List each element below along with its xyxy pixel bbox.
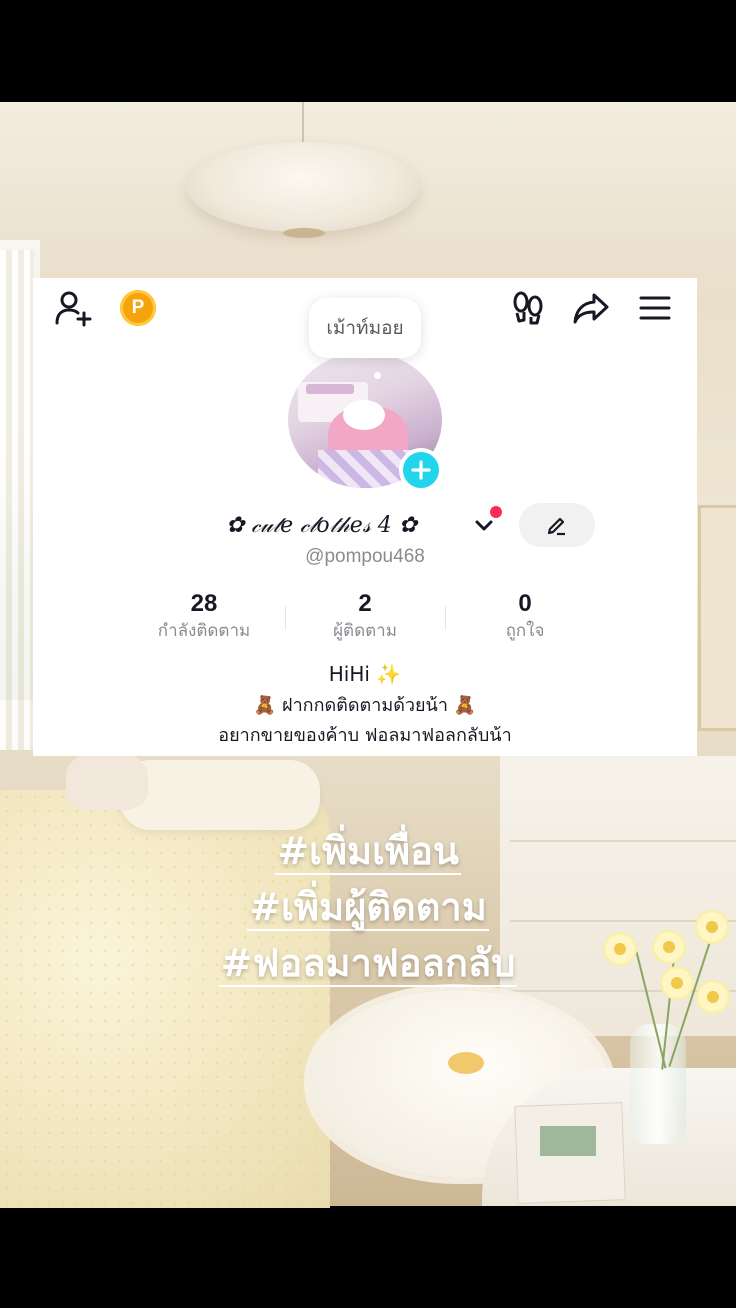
book-cover-image bbox=[540, 1126, 596, 1156]
hashtag-caption: #เพิ่มเพื่อน bbox=[0, 820, 736, 881]
followers-label: ผู้ติดตาม bbox=[333, 621, 397, 641]
lamp-fixture bbox=[283, 228, 325, 238]
bio-line: 🧸 ฝากกดติดตามด้วยน้า 🧸 bbox=[253, 695, 477, 716]
hashtag-caption: #ฟอลมาฟอลกลับ bbox=[0, 932, 736, 993]
plus-icon bbox=[411, 460, 431, 480]
stat-followers[interactable]: 2 ผู้ติดตาม bbox=[290, 590, 440, 644]
bubble-tail bbox=[374, 372, 381, 379]
chevron-down-icon[interactable] bbox=[473, 518, 495, 534]
curtain bbox=[0, 250, 34, 750]
pencil-icon bbox=[547, 517, 565, 536]
edit-profile-button[interactable] bbox=[519, 503, 595, 547]
stat-divider bbox=[445, 606, 446, 630]
likes-count: 0 bbox=[518, 590, 532, 617]
name-row: ✿ 𝒸𝓊𝓉𝑒 𝒸𝓁𝑜𝓉𝒽𝑒𝓈 4 ✿ bbox=[33, 508, 697, 544]
following-count: 28 bbox=[190, 590, 218, 617]
stat-divider bbox=[285, 606, 286, 630]
hashtag-caption: #เพิ่มผู้ติดตาม bbox=[0, 876, 736, 937]
likes-label: ถูกใจ bbox=[505, 621, 545, 641]
display-name[interactable]: ✿ 𝒸𝓊𝓉𝑒 𝒸𝓁𝑜𝓉𝒽𝑒𝓈 4 ✿ bbox=[226, 508, 417, 544]
avatar-dog bbox=[343, 400, 385, 430]
wall-frame bbox=[698, 505, 736, 731]
notification-dot bbox=[490, 506, 502, 518]
pendant-lamp bbox=[187, 142, 419, 232]
avatar-keyboard bbox=[306, 384, 354, 394]
footprints-icon[interactable] bbox=[509, 290, 547, 326]
add-story-button[interactable] bbox=[399, 448, 443, 492]
hashtag-text: #เพิ่มเพื่อน bbox=[275, 829, 461, 875]
menu-icon[interactable] bbox=[637, 292, 673, 324]
share-icon[interactable] bbox=[571, 290, 611, 326]
profile-card: P เม้าท์มอย ✿ 𝒸𝓊𝓉𝑒 𝒸𝓁𝑜𝓉� bbox=[33, 278, 697, 756]
bio-line: HiHi ✨ bbox=[328, 662, 402, 686]
username: @pompou468 bbox=[305, 546, 425, 567]
add-user-icon[interactable] bbox=[53, 288, 95, 328]
following-label: กำลังติดตาม bbox=[157, 621, 251, 641]
rug-flower bbox=[448, 1052, 484, 1074]
hashtag-text: #ฟอลมาฟอลกลับ bbox=[218, 941, 518, 987]
bunny-plush bbox=[66, 752, 148, 810]
hashtag-text: #เพิ่มผู้ติดตาม bbox=[247, 885, 489, 931]
bio-line: อยากขายของค้าบ ฟอลมาฟอลกลับน้า bbox=[218, 725, 512, 746]
coin-icon[interactable]: P bbox=[120, 290, 156, 326]
stat-likes[interactable]: 0 ถูกใจ bbox=[450, 590, 600, 644]
avatar-note-bubble[interactable]: เม้าท์มอย bbox=[309, 298, 421, 358]
followers-count: 2 bbox=[358, 590, 372, 617]
stat-following[interactable]: 28 กำลังติดตาม bbox=[129, 590, 279, 644]
lamp-cord bbox=[302, 102, 304, 146]
